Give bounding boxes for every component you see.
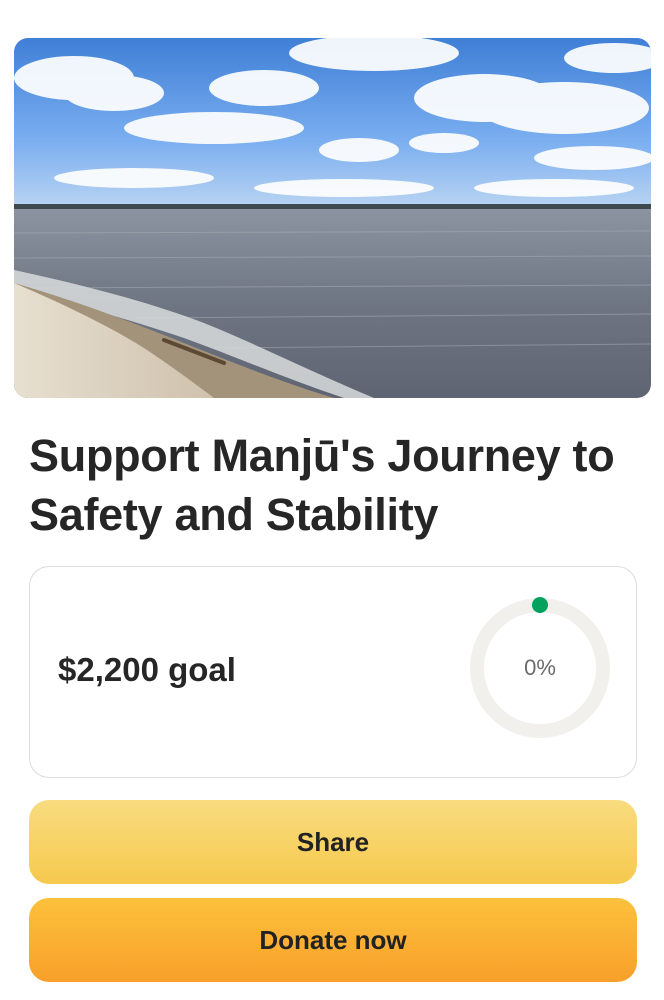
lake-shore-photo — [14, 38, 651, 398]
goal-amount: $2,200 goal — [58, 651, 236, 688]
campaign-hero-image — [14, 38, 651, 398]
donate-now-button[interactable]: Donate now — [29, 898, 637, 982]
share-button[interactable]: Share — [29, 800, 637, 884]
progress-percent: 0% — [524, 655, 556, 680]
progress-ring: 0% — [469, 597, 611, 739]
campaign-title: Support Manjū's Journey to Safety and St… — [29, 430, 615, 540]
goal-card: $2,200 goal 0% — [29, 566, 637, 778]
